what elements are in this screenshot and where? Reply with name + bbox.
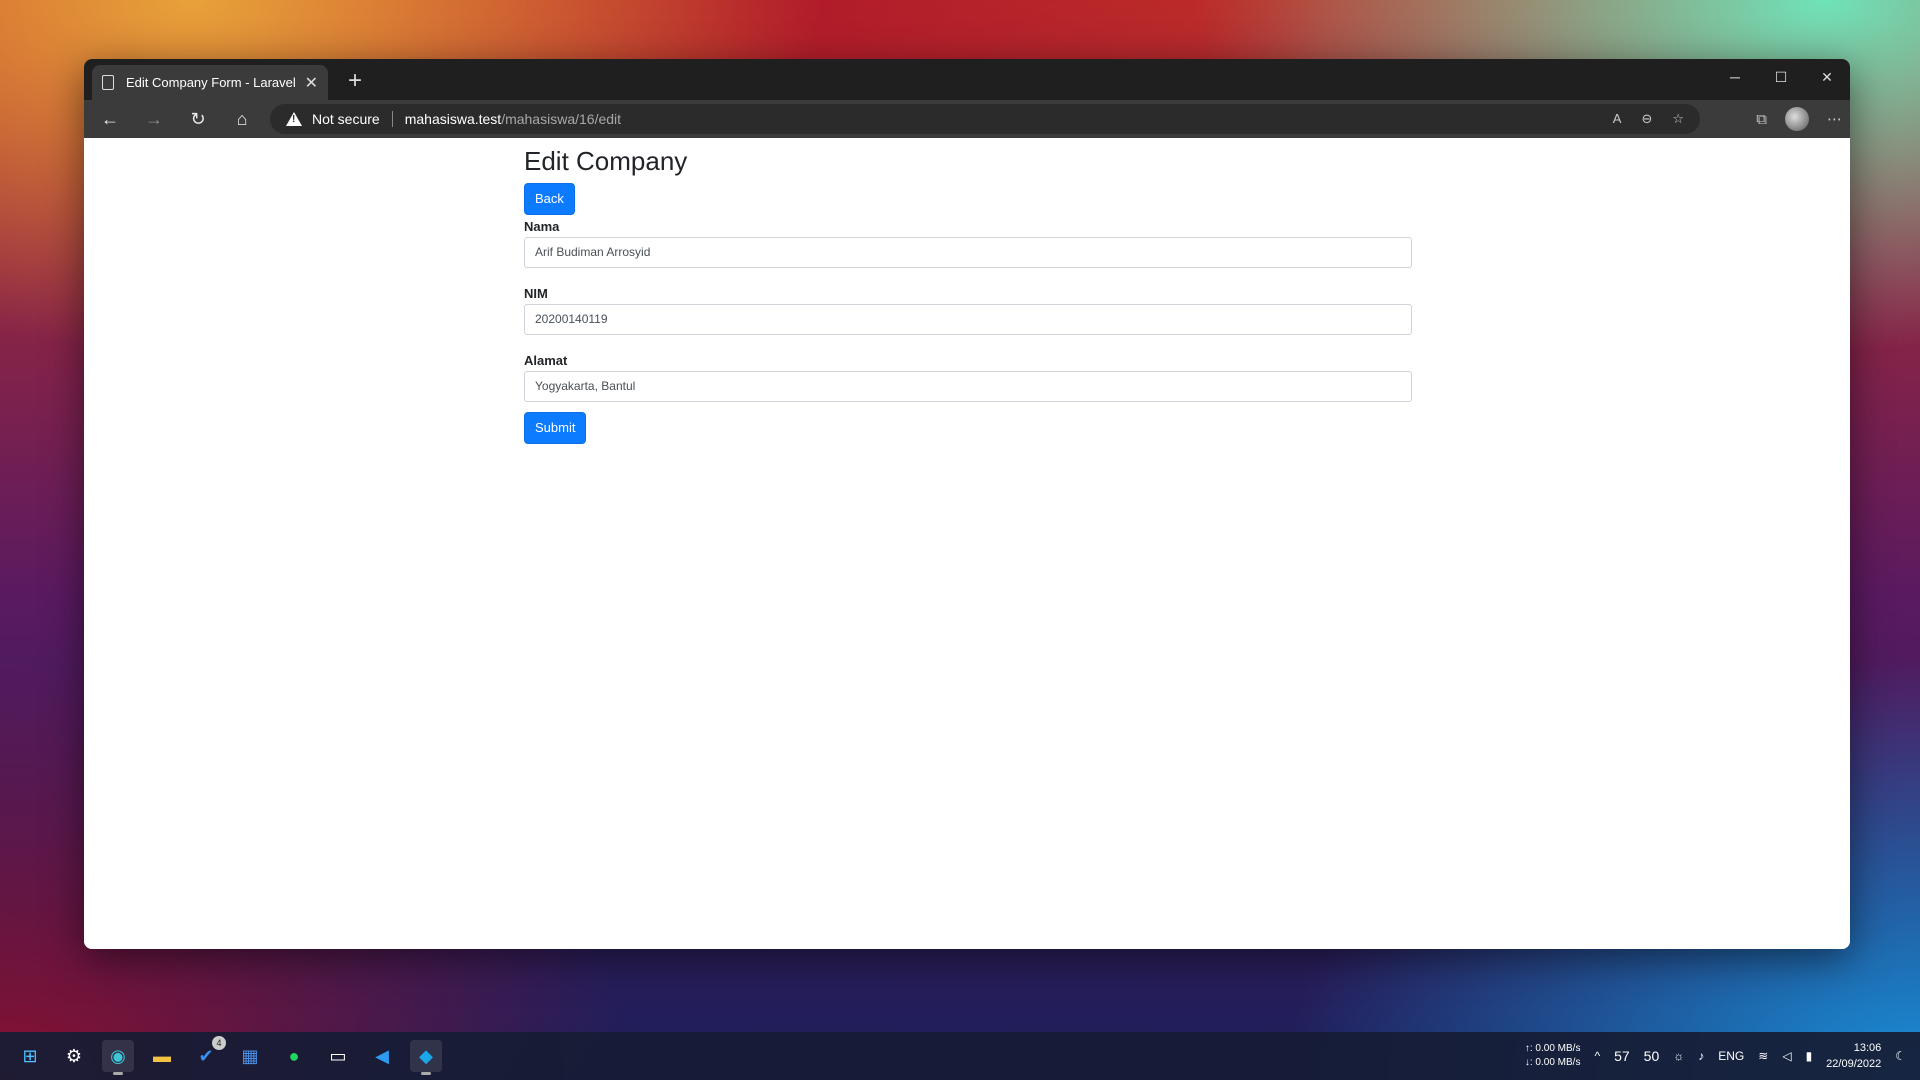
new-tab-button[interactable]: + (340, 67, 370, 97)
more-options-icon[interactable]: ⋯ (1827, 110, 1842, 128)
browser-toolbar: ← → ↻ ⌂ Not secure mahasiswa.test/mahasi… (84, 100, 1850, 138)
warning-icon[interactable] (286, 112, 302, 126)
network-speed: ↑: 0.00 MB/s ↓: 0.00 MB/s (1525, 1042, 1581, 1070)
tab-title: Edit Company Form - Laravel 9 C (126, 75, 299, 90)
gpu-value: 50 (1643, 1048, 1660, 1064)
nim-input[interactable]: 20200140119 (524, 304, 1412, 335)
system-tray: ↑: 0.00 MB/s ↓: 0.00 MB/s ^ 57 50 ☼ ♪ EN… (1525, 1040, 1906, 1072)
date: 22/09/2022 (1826, 1058, 1882, 1070)
wifi-icon[interactable]: ≋ (1758, 1049, 1768, 1063)
nim-label: NIM (524, 286, 548, 301)
page-content: Edit Company Back Nama Arif Budiman Arro… (84, 138, 1850, 949)
field-alamat: Alamat Yogyakarta, Bantul (524, 353, 1412, 402)
net-up: ↑: 0.00 MB/s (1524, 1043, 1581, 1054)
file-explorer-icon[interactable]: ▬ (146, 1040, 178, 1072)
tab-edit-company[interactable]: Edit Company Form - Laravel 9 C ✕ (92, 65, 328, 100)
nama-input[interactable]: Arif Budiman Arrosyid (524, 237, 1412, 268)
vscode-icon[interactable]: ◀ (366, 1040, 398, 1072)
extensions-icon[interactable]: ⧉ (1756, 111, 1767, 128)
language-indicator[interactable]: ENG (1718, 1049, 1744, 1063)
time: 13:06 (1853, 1042, 1882, 1054)
toolbar-right: ⧉ ⋯ (1756, 104, 1842, 134)
chevron-up-icon[interactable]: ^ (1594, 1049, 1600, 1063)
form-container: Edit Company Back Nama Arif Budiman Arro… (524, 146, 1412, 444)
security-status[interactable]: Not secure (312, 111, 380, 127)
page-title: Edit Company (524, 146, 688, 176)
browser-titlebar: Edit Company Form - Laravel 9 C ✕ + ─ ☐ … (84, 59, 1850, 100)
browser-window: Edit Company Form - Laravel 9 C ✕ + ─ ☐ … (84, 59, 1850, 949)
windows-start-icon[interactable]: ⊞ (14, 1040, 46, 1072)
volume-icon[interactable]: ♪ (1698, 1049, 1704, 1063)
url-path[interactable]: /mahasiswa/16/edit (501, 111, 621, 127)
submit-button[interactable]: Submit (524, 412, 587, 444)
close-tab-icon[interactable]: ✕ (305, 73, 318, 93)
add-favorite-icon[interactable]: ☆ (1672, 111, 1684, 127)
app-icon[interactable]: ◆ (410, 1040, 442, 1075)
todo-icon[interactable]: ✔ 4 (190, 1036, 226, 1072)
profile-avatar[interactable] (1785, 107, 1809, 131)
minimize-icon[interactable]: ─ (1712, 59, 1758, 95)
field-nim: NIM 20200140119 (524, 286, 1412, 335)
spotify-icon[interactable]: ● (278, 1040, 310, 1072)
taskbar: ⊞ ⚙ ◉ ▬ ✔ 4 ▦ ● ▭ ◀ ◆ ↑: 0.00 MB/s ↓: 0.0… (0, 1032, 1920, 1080)
address-divider (391, 111, 393, 127)
clock[interactable]: 13:06 22/09/2022 (1826, 1040, 1881, 1072)
maximize-icon[interactable]: ☐ (1758, 59, 1804, 95)
home-icon[interactable]: ⌂ (224, 104, 260, 134)
alamat-label: Alamat (524, 353, 568, 368)
forward-arrow-icon[interactable]: → (136, 104, 172, 134)
calendar-icon[interactable]: ▦ (234, 1040, 266, 1072)
battery-icon[interactable]: ▮ (1806, 1049, 1813, 1063)
window-controls: ─ ☐ ✕ (1712, 59, 1850, 95)
speaker-icon[interactable]: ◁ (1782, 1049, 1791, 1063)
back-arrow-icon[interactable]: ← (92, 104, 128, 134)
address-bar[interactable]: Not secure mahasiswa.test/mahasiswa/16/e… (270, 104, 1700, 134)
refresh-icon[interactable]: ↻ (180, 104, 216, 134)
taskbar-apps: ⊞ ⚙ ◉ ▬ ✔ 4 ▦ ● ▭ ◀ ◆ (14, 1036, 442, 1075)
alamat-input[interactable]: Yogyakarta, Bantul (524, 371, 1412, 402)
nama-label: Nama (524, 219, 560, 234)
address-actions: A ⊖ ☆ (1613, 111, 1684, 127)
edge-icon[interactable]: ◉ (102, 1040, 134, 1075)
net-down: ↓: 0.00 MB/s (1524, 1057, 1581, 1068)
brightness-icon[interactable]: ☼ (1673, 1049, 1684, 1063)
cpu-value: 57 (1614, 1048, 1630, 1064)
page-icon (102, 75, 114, 90)
zoom-out-icon[interactable]: ⊖ (1641, 111, 1652, 127)
close-window-icon[interactable]: ✕ (1804, 59, 1850, 95)
terminal-icon[interactable]: ▭ (322, 1040, 354, 1072)
back-button[interactable]: Back (524, 183, 575, 215)
url-host[interactable]: mahasiswa.test (405, 111, 501, 127)
todo-badge: 4 (212, 1036, 226, 1050)
read-aloud-icon[interactable]: A (1613, 111, 1622, 127)
settings-icon[interactable]: ⚙ (58, 1040, 90, 1072)
focus-moon-icon[interactable]: ☾ (1895, 1049, 1906, 1063)
field-nama: Nama Arif Budiman Arrosyid (524, 219, 1412, 268)
